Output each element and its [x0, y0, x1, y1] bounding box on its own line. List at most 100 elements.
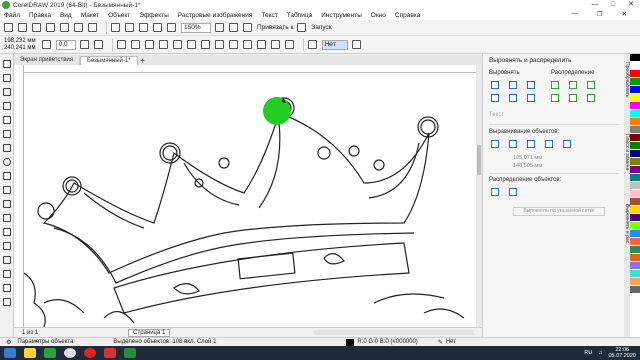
doc-minimize-button[interactable]: —: [571, 10, 578, 18]
align-to-page-edge-icon[interactable]: [509, 140, 517, 148]
menu-view[interactable]: Вид: [60, 12, 72, 19]
outline-width-select[interactable]: Нет: [321, 39, 348, 50]
shape-tool-icon[interactable]: [2, 74, 11, 82]
palette-swatch[interactable]: [630, 142, 640, 150]
palette-swatch[interactable]: [630, 102, 640, 110]
palette-swatch[interactable]: [630, 86, 640, 94]
chrome-icon[interactable]: [64, 348, 76, 358]
add-tool-icon[interactable]: [2, 298, 11, 306]
align-center-h-icon[interactable]: [509, 81, 517, 89]
open-icon[interactable]: [18, 23, 27, 32]
palette-swatch[interactable]: [630, 126, 640, 134]
align-to-point-icon[interactable]: [563, 140, 571, 148]
palette-swatch[interactable]: [630, 134, 640, 142]
taskbar-app-icon[interactable]: [44, 348, 56, 358]
maximize-button[interactable]: □: [604, 0, 622, 10]
palette-swatch[interactable]: [630, 254, 640, 262]
align-to-selected-icon[interactable]: [491, 140, 499, 148]
undo-icon[interactable]: [111, 23, 120, 32]
palette-swatch[interactable]: [630, 118, 640, 126]
object-properties-label[interactable]: Параметры объекта: [17, 339, 73, 345]
palette-swatch[interactable]: [630, 246, 640, 254]
align-distribute-icon[interactable]: [256, 40, 266, 49]
palette-swatch[interactable]: [630, 158, 640, 166]
distribute-left-icon[interactable]: [551, 81, 559, 89]
export-icon[interactable]: [153, 23, 162, 32]
align-bottom-icon[interactable]: [527, 94, 535, 102]
group-icon[interactable]: [116, 40, 126, 49]
palette-swatch[interactable]: [630, 214, 640, 222]
palette-swatch[interactable]: [630, 230, 640, 238]
palette-swatch[interactable]: [630, 78, 640, 86]
options-icon[interactable]: [297, 23, 307, 32]
menu-window[interactable]: Окно: [371, 12, 386, 19]
distribute-top-icon[interactable]: [551, 94, 559, 102]
language-indicator[interactable]: RU: [584, 350, 592, 356]
palette-swatch[interactable]: [630, 198, 640, 206]
angle-field[interactable]: 0,0: [55, 39, 76, 50]
rotate-icon[interactable]: [41, 40, 51, 49]
palette-swatch[interactable]: [630, 278, 640, 286]
palette-swatch[interactable]: [630, 70, 640, 78]
palette-swatch[interactable]: [630, 286, 640, 294]
align-to-grid-icon[interactable]: [545, 140, 553, 148]
crop-tool-icon[interactable]: [2, 88, 11, 96]
trim-icon[interactable]: [172, 40, 182, 49]
ungroup-icon[interactable]: [130, 40, 140, 49]
fill-swatch[interactable]: [346, 338, 355, 346]
align-center-v-icon[interactable]: [509, 94, 517, 102]
combine-icon[interactable]: [144, 40, 154, 49]
new-document-icon[interactable]: [4, 23, 13, 32]
coreldraw-taskbar-icon[interactable]: [124, 348, 136, 358]
close-button[interactable]: ✕: [622, 0, 640, 10]
drop-shadow-tool-icon[interactable]: [2, 228, 11, 236]
palette-swatch[interactable]: [630, 190, 640, 198]
import-icon[interactable]: [139, 23, 148, 32]
align-x-field[interactable]: 105,071 мм: [513, 155, 542, 161]
intersect-icon[interactable]: [186, 40, 196, 49]
palette-swatch[interactable]: [630, 54, 640, 62]
file-explorer-icon[interactable]: [24, 348, 36, 358]
menu-help[interactable]: Справка: [395, 12, 421, 19]
tab-document[interactable]: Безымянный-1*: [80, 56, 138, 65]
doc-close-button[interactable]: ✕: [622, 10, 627, 18]
vertical-ruler[interactable]: [14, 65, 24, 327]
tab-welcome-screen[interactable]: Экран приветствия: [14, 56, 81, 65]
add-tab-icon[interactable]: +: [138, 56, 148, 65]
palette-swatch[interactable]: [630, 174, 640, 182]
snap-to-dropdown[interactable]: Привязать к: [257, 24, 293, 31]
rulers-icon[interactable]: [229, 23, 238, 32]
freehand-tool-icon[interactable]: [2, 116, 11, 124]
menu-file[interactable]: Файл: [4, 12, 20, 19]
menu-effects[interactable]: Эффекты: [139, 12, 169, 19]
minimize-button[interactable]: —: [586, 0, 604, 10]
parallel-dimension-tool-icon[interactable]: [2, 200, 11, 208]
redo-icon[interactable]: [125, 23, 134, 32]
simplify-icon[interactable]: [200, 40, 210, 49]
palette-swatch[interactable]: [630, 270, 640, 278]
menu-layout[interactable]: Макет: [81, 12, 99, 19]
to-front-icon[interactable]: [270, 40, 280, 49]
text-tool-icon[interactable]: [2, 186, 11, 194]
align-left-icon[interactable]: [491, 81, 499, 89]
cut-icon[interactable]: [60, 23, 69, 32]
distribute-bottom-icon[interactable]: [587, 94, 595, 102]
horizontal-scrollbar[interactable]: [314, 330, 474, 335]
polygon-tool-icon[interactable]: [2, 172, 11, 180]
launch-dropdown[interactable]: Запуск: [311, 24, 331, 31]
palette-swatch[interactable]: [630, 206, 640, 214]
taskbar-app-icon[interactable]: [104, 348, 116, 358]
align-to-grid-button[interactable]: Выровнять по указанной сетке: [513, 207, 605, 216]
crown-line-art[interactable]: [24, 73, 476, 327]
connector-tool-icon[interactable]: [2, 214, 11, 222]
copy-icon[interactable]: [74, 23, 83, 32]
menu-edit[interactable]: Правка: [29, 12, 51, 19]
y-position-field[interactable]: 240,241 мм: [4, 45, 36, 52]
horizontal-ruler[interactable]: [24, 65, 476, 73]
volume-icon[interactable]: ♫: [598, 350, 602, 356]
align-top-icon[interactable]: [491, 94, 499, 102]
create-boundary-icon[interactable]: [242, 40, 252, 49]
align-right-icon[interactable]: [527, 81, 535, 89]
weld-icon[interactable]: [158, 40, 168, 49]
mirror-horizontal-icon[interactable]: [79, 40, 89, 49]
